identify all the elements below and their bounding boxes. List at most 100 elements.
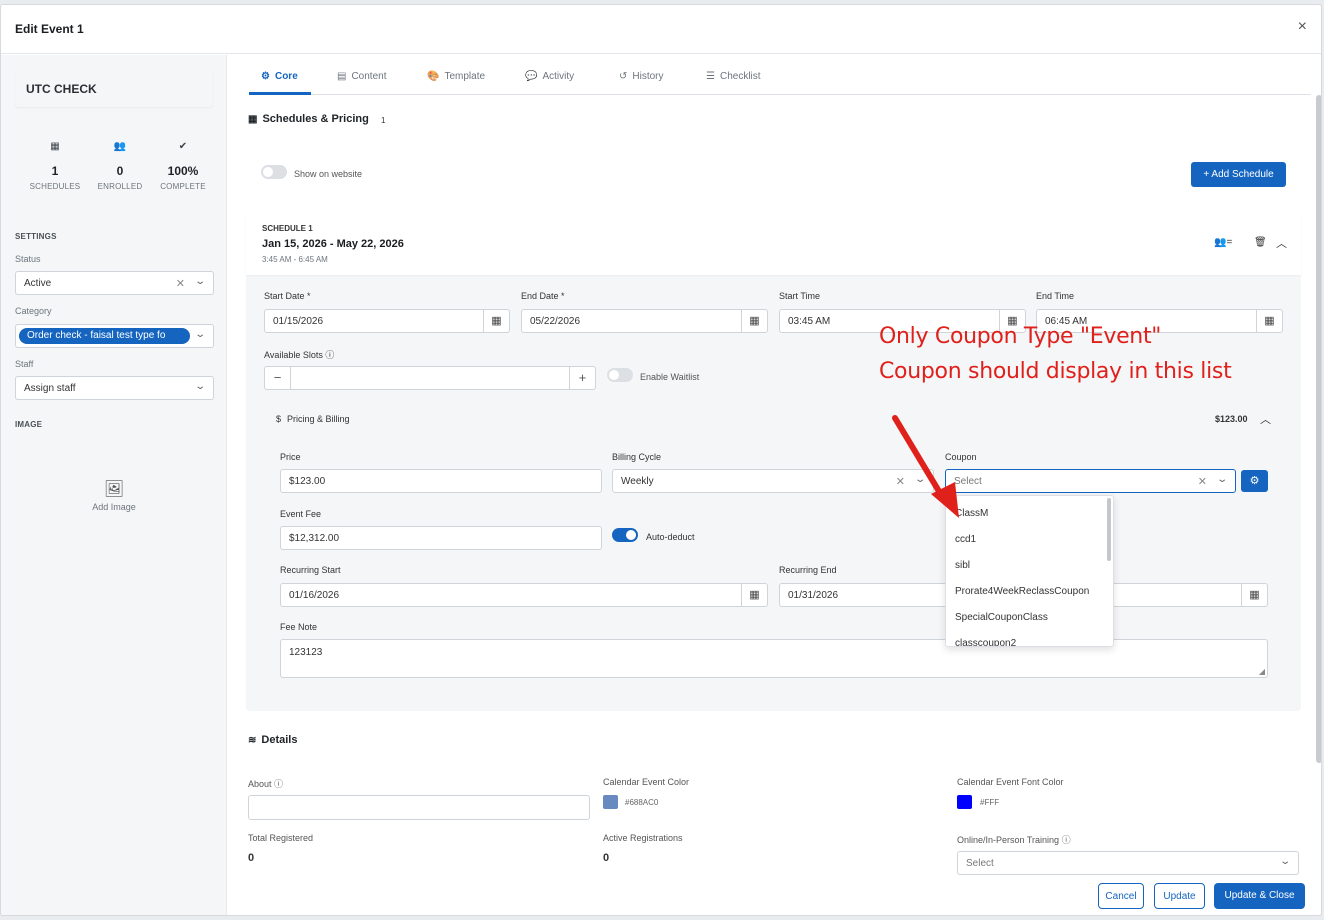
tab-bar: ⚙ Core ▤ Content 🎨 Template 💬 Activity ↺ Hist… [249,59,1311,95]
billing-cycle-value: Weekly [621,476,654,487]
about-label: About ⓘ [248,777,283,790]
settings-heading: SETTINGS [15,232,57,241]
plus-button[interactable]: + [569,367,595,389]
event-fee-input[interactable]: $12,312.00 [280,526,602,550]
active-registrations-value: 0 [603,852,610,864]
event-name: UTC CHECK [26,82,97,96]
billing-cycle-label: Billing Cycle [612,452,662,462]
end-time-label: End Time [1036,291,1075,301]
calendar-icon[interactable]: ▦ [741,584,767,606]
close-icon[interactable]: × [1298,19,1307,35]
add-schedule-button[interactable]: + Add Schedule [1191,162,1286,187]
coupon-option[interactable]: Prorate4WeekReclassCoupon [955,586,1089,597]
gear-icon: ⚙ [261,71,270,82]
chevron-down-icon[interactable]: ⌄ [1216,474,1228,485]
recurring-start-input[interactable]: 01/16/2026 ▦ [280,583,768,607]
chevron-up-icon[interactable]: ︿ [1276,235,1287,251]
available-slots-label: Available Slots ⓘ [264,348,334,361]
status-select[interactable]: Active ✕ ⌄ [15,271,214,295]
annotation-arrow-icon [892,415,959,518]
manage-users-icon[interactable]: 👥= [1214,237,1232,248]
info-icon: ⓘ [1061,835,1071,845]
tab-activity[interactable]: 💬 Activity [525,71,574,82]
info-icon: ⓘ [325,350,335,360]
add-image-button[interactable]: 🖼 Add Image [81,479,147,512]
category-select[interactable]: Order check - faisal test type fo ⌄ [15,324,214,348]
price-value: $123.00 [289,476,326,487]
calendar-icon[interactable]: ▦ [1256,310,1282,332]
cancel-button[interactable]: Cancel [1098,883,1144,909]
vertical-scrollbar[interactable] [1316,95,1321,763]
coupon-select[interactable]: Select ✕ ⌄ [945,469,1236,493]
details-heading: ≋ Details [248,734,297,746]
calendar-color-label: Calendar Event Color [603,777,690,787]
end-date-label: End Date * [521,291,565,301]
pricing-total: $123.00 [1215,414,1248,424]
stat-schedules: ▦ 1 SCHEDULES [25,141,85,191]
end-date-input[interactable]: 05/22/2026 ▦ [521,309,768,333]
recurring-start-label: Recurring Start [280,565,341,575]
pricing-heading[interactable]: $ Pricing & Billing [276,414,350,424]
dropdown-scrollbar[interactable] [1107,498,1111,561]
coupon-option[interactable]: ccd1 [955,534,976,545]
tab-history[interactable]: ↺ History [619,71,664,82]
calendar-icon[interactable]: ▦ [1241,584,1267,606]
price-input[interactable]: $123.00 [280,469,602,493]
calendar-icon[interactable]: ▦ [483,310,509,332]
modal-header: Edit Event 1 × [1,5,1321,54]
coupon-dropdown: ClassM ccd1 sibl Prorate4WeekReclassCoup… [945,495,1114,647]
tab-checklist[interactable]: ☰ Checklist [706,71,761,82]
comments-icon: 💬 [525,71,538,82]
coupon-settings-button[interactable]: ⚙ [1241,470,1268,492]
staff-select[interactable]: Assign staff ⌄ [15,376,214,400]
stat-label: SCHEDULES [29,182,81,191]
chevron-down-icon[interactable]: ⌄ [1279,856,1291,867]
calendar-color-swatch[interactable] [603,795,618,809]
tab-template[interactable]: 🎨 Template [427,71,485,82]
coupon-option[interactable]: SpecialCouponClass [955,612,1048,623]
chevron-down-icon[interactable]: ⌄ [194,276,206,287]
chevron-down-icon[interactable]: ⌄ [194,381,206,392]
available-slots-stepper[interactable]: − + [264,366,596,390]
annotation-line-1: Only Coupon Type "Event" [879,324,1162,349]
clear-icon[interactable]: ✕ [176,277,185,290]
about-label-text: About [248,779,272,789]
total-registered-value: 0 [248,852,255,864]
calendar-icon[interactable]: ▦ [741,310,767,332]
enable-waitlist-toggle[interactable] [607,368,633,382]
update-and-close-button[interactable]: Update & Close [1214,883,1305,909]
tab-core[interactable]: ⚙ Core [261,71,298,82]
chevron-up-icon[interactable]: ︿ [1260,411,1271,427]
status-label: Status [15,254,41,264]
tab-label: Activity [542,71,575,82]
chevron-down-icon[interactable]: ⌄ [194,329,206,340]
recurring-end-value: 01/31/2026 [788,590,839,601]
fee-note-textarea[interactable]: 123123 ◢ [280,639,1268,678]
coupon-option[interactable]: sibl [955,560,970,571]
calendar-icon: ▦ [50,141,60,152]
show-on-website-toggle[interactable] [261,165,287,179]
schedule-time-range: 3:45 AM - 6:45 AM [262,255,328,264]
calendar-icon: ▦ [248,114,258,125]
calendar-font-color-swatch[interactable] [957,795,972,809]
training-select[interactable]: Select ⌄ [957,851,1299,875]
schedules-heading-text: Schedules & Pricing [262,113,369,125]
coupon-option[interactable]: classcoupon2 [955,638,1016,646]
auto-deduct-toggle[interactable] [612,528,638,542]
event-fee-label: Event Fee [280,509,322,519]
clear-icon[interactable]: ✕ [1198,475,1207,488]
training-label: Online/In-Person Training ⓘ [957,833,1071,846]
tab-label: Checklist [719,71,761,82]
status-value: Active [24,278,52,289]
info-icon: ⓘ [274,779,284,789]
update-button[interactable]: Update [1154,883,1205,909]
category-chip[interactable]: Order check - faisal test type fo [19,328,190,344]
resize-handle-icon[interactable]: ◢ [1259,667,1265,676]
about-input[interactable] [248,795,590,820]
trash-icon[interactable]: 🗑 [1254,237,1267,248]
start-date-input[interactable]: 01/15/2026 ▦ [264,309,510,333]
training-label-text: Online/In-Person Training [957,835,1060,845]
minus-button[interactable]: − [265,367,291,389]
schedule-header[interactable]: SCHEDULE 1 Jan 15, 2026 - May 22, 2026 3… [246,211,1301,275]
tab-content[interactable]: ▤ Content [337,71,386,82]
